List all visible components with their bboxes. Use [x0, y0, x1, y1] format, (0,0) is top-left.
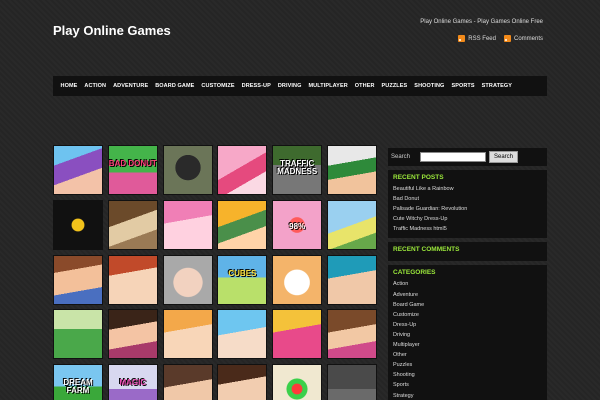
game-thumbnail[interactable]: TRAFFIC MADNESS: [272, 145, 323, 195]
game-thumbnail[interactable]: [53, 145, 103, 195]
recent-posts-widget: RECENT POSTS Beautiful Like a Rainbow Ba…: [388, 170, 547, 239]
game-thumbnail[interactable]: [326, 364, 377, 400]
categories-widget: CATEGORIES Action Adventure Board Game C…: [388, 265, 547, 400]
rss-feed-link[interactable]: RSS Feed: [458, 35, 496, 42]
game-thumbnail[interactable]: [162, 309, 213, 360]
game-thumbnail[interactable]: [217, 199, 268, 250]
nav-item-driving[interactable]: DRIVING: [274, 83, 305, 89]
recent-posts-title: RECENT POSTS: [393, 174, 444, 181]
category-link[interactable]: Driving: [393, 330, 542, 340]
sidebar: Search Search RECENT POSTS Beautiful Lik…: [388, 148, 547, 400]
nav-item-adventure[interactable]: ADVENTURE: [110, 83, 152, 89]
category-link[interactable]: Dress-Up: [393, 320, 542, 330]
recent-post-link[interactable]: Palisade Guardian: Revolution: [393, 204, 542, 214]
game-thumbnail[interactable]: [53, 309, 103, 360]
search-widget: Search Search: [388, 148, 547, 166]
game-thumbnail[interactable]: [162, 145, 213, 195]
tagline: Play Online Games - Play Games Online Fr…: [420, 19, 543, 25]
game-thumbnail[interactable]: [272, 309, 323, 360]
nav-item-customize[interactable]: CUSTOMIZE: [198, 83, 238, 89]
nav-item-puzzles[interactable]: PUZZLES: [378, 83, 411, 89]
game-thumbnail[interactable]: MAGIC: [107, 364, 158, 400]
game-thumbnail[interactable]: [107, 309, 158, 360]
game-thumbnail-label: TRAFFIC MADNESS: [277, 159, 318, 176]
game-thumbnail[interactable]: [162, 254, 213, 305]
category-link[interactable]: Action: [393, 279, 542, 289]
search-label: Search: [391, 154, 411, 160]
category-link[interactable]: Board Game: [393, 300, 542, 310]
game-thumbnail-grid: BAD DONUT TRAFFIC MADNESS 98% CUBES DREA…: [53, 145, 378, 400]
game-thumbnail[interactable]: [326, 309, 377, 360]
rss-icon: [503, 35, 511, 42]
search-button[interactable]: Search: [489, 151, 519, 163]
game-thumbnail[interactable]: [162, 364, 213, 400]
nav-item-sports[interactable]: SPORTS: [448, 83, 478, 89]
game-thumbnail[interactable]: [217, 145, 268, 195]
game-thumbnail[interactable]: [272, 254, 323, 305]
category-link[interactable]: Sports: [393, 380, 542, 390]
categories-title: CATEGORIES: [393, 269, 436, 277]
nav-item-board-game[interactable]: BOARD GAME: [152, 83, 198, 89]
nav-item-home[interactable]: HOME: [57, 83, 81, 89]
rss-icon: [458, 35, 466, 42]
category-link[interactable]: Multiplayer: [393, 340, 542, 350]
main-nav: HOME ACTION ADVENTURE BOARD GAME CUSTOMI…: [53, 76, 547, 96]
game-thumbnail[interactable]: [53, 199, 103, 250]
game-thumbnail[interactable]: [162, 199, 213, 250]
rss-feed-label: RSS Feed: [468, 35, 496, 42]
nav-item-shooting[interactable]: SHOOTING: [411, 83, 448, 89]
game-thumbnail[interactable]: CUBES: [217, 254, 268, 305]
nav-item-action[interactable]: ACTION: [81, 83, 110, 89]
game-thumbnail[interactable]: [217, 364, 268, 400]
game-thumbnail-label: CUBES: [228, 268, 257, 278]
comments-feed-label: Comments: [513, 35, 543, 42]
recent-post-link[interactable]: Beautiful Like a Rainbow: [393, 184, 542, 194]
recent-comments-widget: RECENT COMMENTS: [388, 242, 547, 262]
recent-comments-title: RECENT COMMENTS: [393, 246, 460, 254]
game-thumbnail[interactable]: [217, 309, 268, 360]
nav-item-other[interactable]: OTHER: [351, 83, 378, 89]
game-thumbnail[interactable]: [107, 254, 158, 305]
recent-post-link[interactable]: Traffic Madness html5: [393, 224, 542, 234]
game-thumbnail[interactable]: 98%: [272, 199, 323, 250]
search-input[interactable]: [420, 152, 486, 162]
category-link[interactable]: Shooting: [393, 370, 542, 380]
game-thumbnail[interactable]: [326, 254, 377, 305]
nav-item-multiplayer[interactable]: MULTIPLAYER: [305, 83, 351, 89]
site-title[interactable]: Play Online Games: [53, 23, 171, 38]
category-link[interactable]: Strategy: [393, 391, 542, 400]
recent-post-link[interactable]: Bad Donut: [393, 194, 542, 204]
nav-item-strategy[interactable]: STRATEGY: [478, 83, 515, 89]
nav-item-dress-up[interactable]: DRESS-UP: [238, 83, 274, 89]
game-thumbnail-label: DREAM FARM: [63, 378, 93, 396]
category-link[interactable]: Adventure: [393, 290, 542, 300]
category-link[interactable]: Puzzles: [393, 360, 542, 370]
game-thumbnail[interactable]: [326, 199, 377, 250]
recent-post-link[interactable]: Cute Witchy Dress-Up: [393, 214, 542, 224]
category-link[interactable]: Customize: [393, 310, 542, 320]
game-thumbnail-label: BAD DONUT: [108, 159, 157, 168]
comments-feed-link[interactable]: Comments: [503, 35, 543, 42]
game-thumbnail-label: 98%: [289, 221, 306, 231]
feed-links: RSS Feed Comments: [458, 35, 543, 42]
game-thumbnail[interactable]: DREAM FARM: [53, 364, 103, 400]
game-thumbnail[interactable]: [53, 254, 103, 305]
game-thumbnail[interactable]: [326, 145, 377, 195]
game-thumbnail[interactable]: [272, 364, 323, 400]
game-thumbnail-label: MAGIC: [119, 378, 147, 388]
game-thumbnail[interactable]: BAD DONUT: [107, 145, 158, 195]
game-thumbnail[interactable]: [107, 199, 158, 250]
category-link[interactable]: Other: [393, 350, 542, 360]
